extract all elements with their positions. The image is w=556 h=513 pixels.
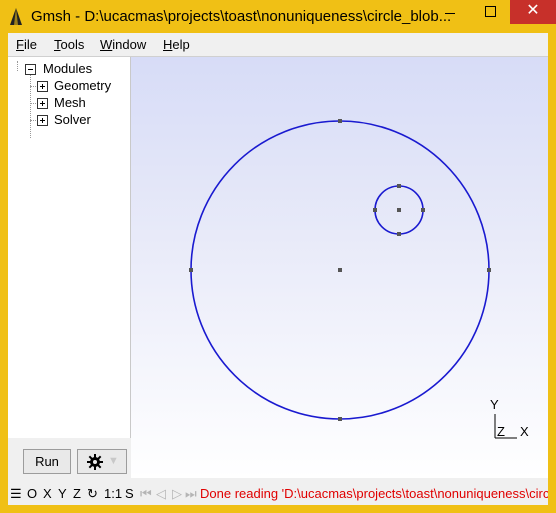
expand-icon[interactable]: [37, 81, 48, 92]
module-tree: Modules Geometry Mesh Solver: [8, 57, 131, 438]
scale-button[interactable]: 1:1: [104, 486, 122, 501]
close-button[interactable]: ✕: [510, 0, 556, 24]
menu-file[interactable]: File: [16, 37, 37, 52]
gmsh-logo-icon: [10, 8, 22, 25]
rotate-icon[interactable]: ↻: [87, 486, 98, 502]
tree-guide: [17, 61, 18, 71]
axes-gizmo: Y Z X: [490, 397, 529, 439]
graphics-canvas[interactable]: Y Z X: [131, 57, 548, 478]
geometry-point[interactable]: [338, 119, 342, 123]
expand-icon[interactable]: [37, 98, 48, 109]
view-y-button[interactable]: Y: [58, 486, 67, 501]
geometry-point[interactable]: [373, 208, 377, 212]
menu-window[interactable]: Window: [100, 37, 146, 52]
tree-item-label: Mesh: [54, 95, 86, 110]
tree-item-label: Geometry: [54, 78, 112, 93]
status-message: Done reading 'D:\ucacmas\projects\toast\…: [200, 486, 548, 501]
expand-icon[interactable]: [37, 115, 48, 126]
view-x-button[interactable]: X: [43, 486, 52, 501]
geometry-point[interactable]: [421, 208, 425, 212]
geometry-point[interactable]: [189, 268, 193, 272]
geometry-point[interactable]: [338, 417, 342, 421]
menu-help[interactable]: Help: [163, 37, 190, 52]
geometry-point[interactable]: [397, 208, 401, 212]
tree-guide: [30, 73, 31, 138]
gear-icon: [87, 454, 103, 470]
tree-guide: [30, 120, 36, 121]
geometry-view[interactable]: Y Z X: [131, 57, 548, 478]
view-origin-button[interactable]: O: [27, 486, 37, 501]
run-button[interactable]: Run: [23, 449, 71, 474]
hamburger-menu-icon[interactable]: ☰: [10, 486, 22, 502]
maximize-button[interactable]: [470, 0, 510, 24]
axis-z-label: Z: [497, 424, 505, 439]
close-icon: ✕: [526, 2, 540, 19]
axis-y-label: Y: [490, 397, 499, 412]
next-step-icon[interactable]: ▷: [172, 486, 182, 502]
snapshot-button[interactable]: S: [125, 486, 134, 501]
view-z-button[interactable]: Z: [73, 486, 81, 501]
button-panel: Run ▼: [8, 438, 130, 478]
status-bar: ☰ O X Y Z ↻ 1:1 S ⏮ ◁ ▷ ⏭ Done reading '…: [8, 481, 548, 505]
geometry-point[interactable]: [487, 268, 491, 272]
tree-guide: [30, 86, 36, 87]
options-button[interactable]: ▼: [77, 449, 127, 474]
geometry-point[interactable]: [338, 268, 342, 272]
geometry-point[interactable]: [397, 184, 401, 188]
window-title: Gmsh - D:\ucacmas\projects\toast\nonuniq…: [31, 8, 452, 25]
axis-x-label: X: [520, 424, 529, 439]
first-step-icon[interactable]: ⏮: [140, 486, 152, 502]
chevron-down-icon: ▼: [108, 455, 119, 467]
collapse-icon[interactable]: [25, 64, 36, 75]
menu-tools[interactable]: Tools: [54, 37, 84, 52]
tree-item-label: Modules: [43, 61, 93, 76]
client-area: File Tools Window Help Modules Geometry …: [8, 33, 548, 505]
previous-step-icon[interactable]: ◁: [156, 486, 166, 502]
minimize-button[interactable]: [430, 0, 470, 24]
tree-guide: [30, 103, 36, 104]
gmsh-window: Gmsh - D:\ucacmas\projects\toast\nonuniq…: [0, 0, 556, 513]
tree-item-label: Solver: [54, 112, 91, 127]
title-bar[interactable]: Gmsh - D:\ucacmas\projects\toast\nonuniq…: [0, 0, 556, 33]
menu-bar: File Tools Window Help: [8, 33, 548, 57]
last-step-icon[interactable]: ⏭: [185, 486, 197, 502]
geometry-point[interactable]: [397, 232, 401, 236]
